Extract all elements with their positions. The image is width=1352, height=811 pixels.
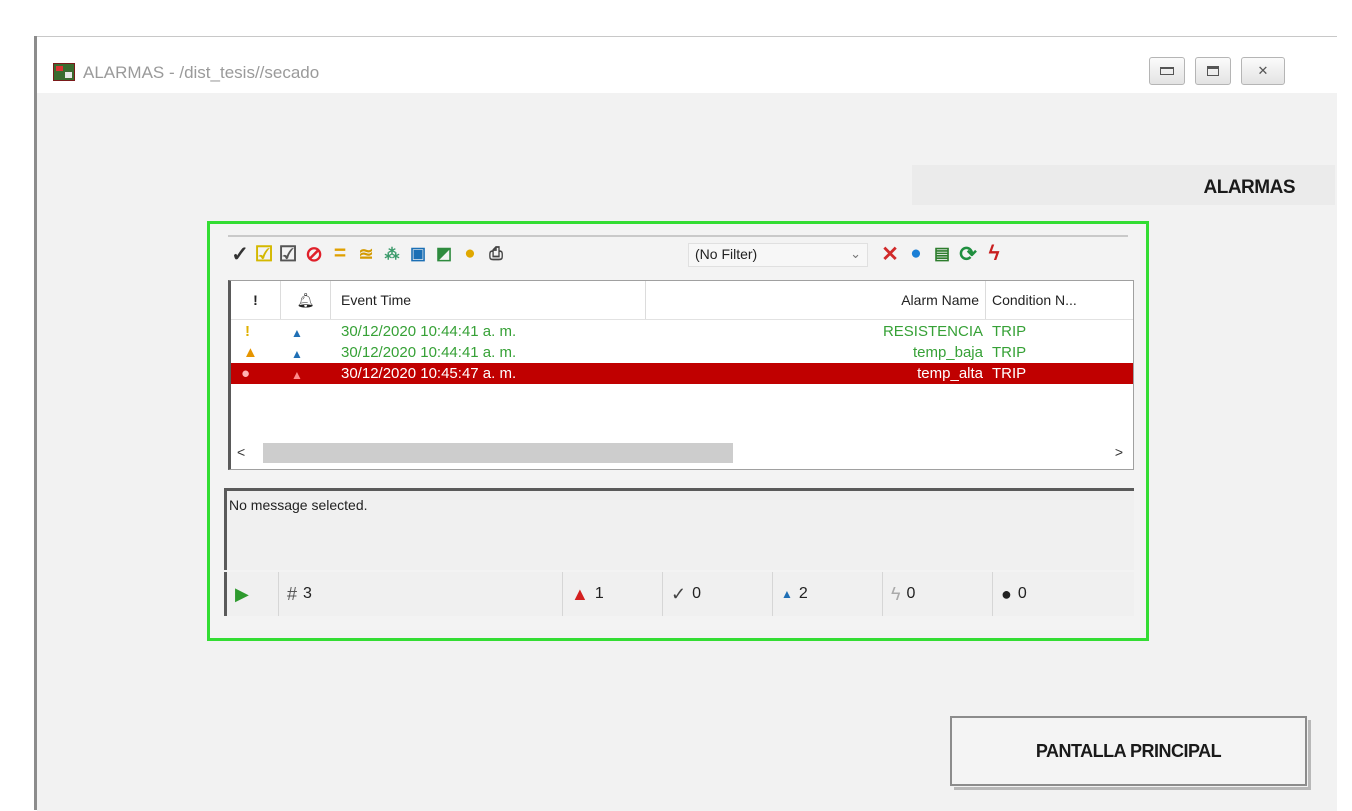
status-shelved-count: 0 (906, 585, 916, 602)
status-bar: ▶ #3 ▲ 1 ✓ 0 ▲ 2 ϟ0 ● 0 (224, 572, 1134, 616)
table-row[interactable]: ● ▲ 30/12/2020 10:45:47 a. m. temp_alta … (231, 363, 1133, 384)
refresh-icon[interactable]: ⟳ (956, 242, 980, 266)
status-active: ▲ 1 (563, 572, 663, 616)
table-row[interactable]: ▲ ▲ 30/12/2020 10:44:41 a. m. temp_baja … (231, 342, 1133, 363)
close-icon: ✕ (1257, 63, 1269, 78)
scroll-thumb[interactable] (263, 443, 733, 463)
help-icon[interactable]: ● (458, 242, 482, 266)
header-box: ALARMAS (912, 165, 1335, 205)
clear-filter-icon[interactable]: ✕ (878, 242, 902, 266)
message-pane: No message selected. (224, 488, 1134, 570)
condition-name: TRIP (992, 323, 1027, 340)
filter-select[interactable]: (No Filter) ⌄ (688, 243, 868, 267)
print-icon[interactable]: ⎙ (484, 242, 508, 266)
app-icon (53, 63, 75, 81)
bell-icon: 🔔︎ (296, 292, 315, 308)
page-title: ALARMAS (1203, 177, 1296, 198)
filter-value: (No Filter) (695, 246, 758, 262)
play-flag-icon: ▶ (235, 583, 249, 604)
alarm-name: RESISTENCIA (882, 323, 983, 340)
find-icon[interactable]: ⁂ (380, 242, 404, 266)
bell-icon: ▲ (571, 583, 589, 604)
main-screen-button[interactable]: PANTALLA PRINCIPAL (950, 716, 1311, 790)
status-normal: ▲ 2 (773, 572, 883, 616)
alarm-window: ALARMAS - /dist_tesis//secado ✕ ALARMAS … (37, 36, 1337, 811)
sort-icon[interactable]: ≊ (354, 242, 378, 266)
alarm-list[interactable]: ! 🔔︎ Event Time Alarm Name Condition N..… (228, 280, 1134, 470)
question-icon: ● (1001, 583, 1012, 604)
bell-icon: ▲ (781, 587, 793, 601)
col-alarm-name[interactable]: Alarm Name (646, 281, 986, 319)
alarm-name: temp_alta (917, 365, 983, 382)
ack-check-icon: ✓ (671, 583, 687, 604)
chevron-down-icon: ⌄ (850, 246, 861, 261)
col-condition[interactable]: Condition N... (986, 281, 1126, 319)
event-time: 30/12/2020 10:45:47 a. m. (341, 365, 517, 382)
col-severity[interactable]: ! (231, 281, 281, 319)
horizontal-scrollbar[interactable]: < > (233, 438, 1129, 466)
table-row[interactable]: ! ▲ 30/12/2020 10:44:41 a. m. RESISTENCI… (231, 321, 1133, 342)
status-total: #3 (279, 572, 563, 616)
minimize-icon (1160, 67, 1174, 75)
status-shelved: ϟ0 (883, 572, 993, 616)
lightning-icon[interactable]: ϟ (982, 242, 1006, 266)
bell-icon: ▲ (291, 368, 303, 382)
disable-icon[interactable]: ⊘ (302, 242, 326, 266)
list-header: ! 🔔︎ Event Time Alarm Name Condition N..… (231, 281, 1133, 320)
status-total-count: 3 (303, 585, 312, 602)
status-unknown: ● 0 (993, 572, 1133, 616)
config-icon[interactable]: ◩ (432, 242, 456, 266)
bell-icon: ▲ (291, 347, 303, 361)
event-time: 30/12/2020 10:44:41 a. m. (341, 344, 517, 361)
message-text: No message selected. (229, 497, 368, 513)
ack-all-icon[interactable]: ☑ (276, 242, 300, 266)
scroll-right-icon[interactable]: > (1115, 444, 1123, 460)
alarm-name: temp_baja (912, 344, 983, 361)
minimize-button[interactable] (1149, 57, 1185, 85)
bell-icon: ▲ (291, 326, 303, 340)
maximize-button[interactable] (1195, 57, 1231, 85)
event-time: 30/12/2020 10:44:41 a. m. (341, 323, 517, 340)
scroll-left-icon[interactable]: < (237, 444, 245, 460)
window-title: ALARMAS - /dist_tesis//secado (83, 63, 320, 82)
equals-icon[interactable]: = (328, 242, 352, 266)
status-acked-count: 0 (692, 585, 701, 602)
hash-icon: # (287, 583, 298, 604)
status-active-count: 1 (594, 585, 604, 602)
warning-icon: ! (245, 323, 250, 340)
globe-icon[interactable]: ● (904, 242, 928, 266)
export-icon[interactable]: ▣ (406, 242, 430, 266)
condition-name: TRIP (992, 365, 1027, 382)
col-bell[interactable]: 🔔︎ (281, 281, 331, 319)
close-button[interactable]: ✕ (1241, 57, 1285, 85)
ack-icon[interactable]: ✓ (228, 242, 252, 266)
status-go[interactable]: ▶ (227, 572, 279, 616)
condition-name: TRIP (992, 344, 1027, 361)
status-unknown-count: 0 (1017, 585, 1027, 602)
lightning-icon: ϟ (891, 583, 901, 604)
critical-icon: ● (241, 365, 251, 382)
alarm-toolbar: ✓ ☑ ☑ ⊘ = ≊ ⁂ ▣ ◩ ● ⎙ (No Filter) ⌄ ✕ ● … (228, 235, 1128, 271)
col-event-time[interactable]: Event Time (331, 281, 646, 319)
status-normal-count: 2 (798, 585, 808, 602)
ack-selected-icon[interactable]: ☑ (252, 242, 276, 266)
alarm-viewer: ✓ ☑ ☑ ⊘ = ≊ ⁂ ▣ ◩ ● ⎙ (No Filter) ⌄ ✕ ● … (207, 221, 1149, 641)
warning-icon: ▲ (243, 344, 258, 361)
status-acked: ✓ 0 (663, 572, 773, 616)
save-icon[interactable]: ▤ (930, 242, 954, 266)
maximize-icon (1207, 66, 1219, 76)
title-bar[interactable]: ALARMAS - /dist_tesis//secado ✕ (37, 37, 1337, 93)
